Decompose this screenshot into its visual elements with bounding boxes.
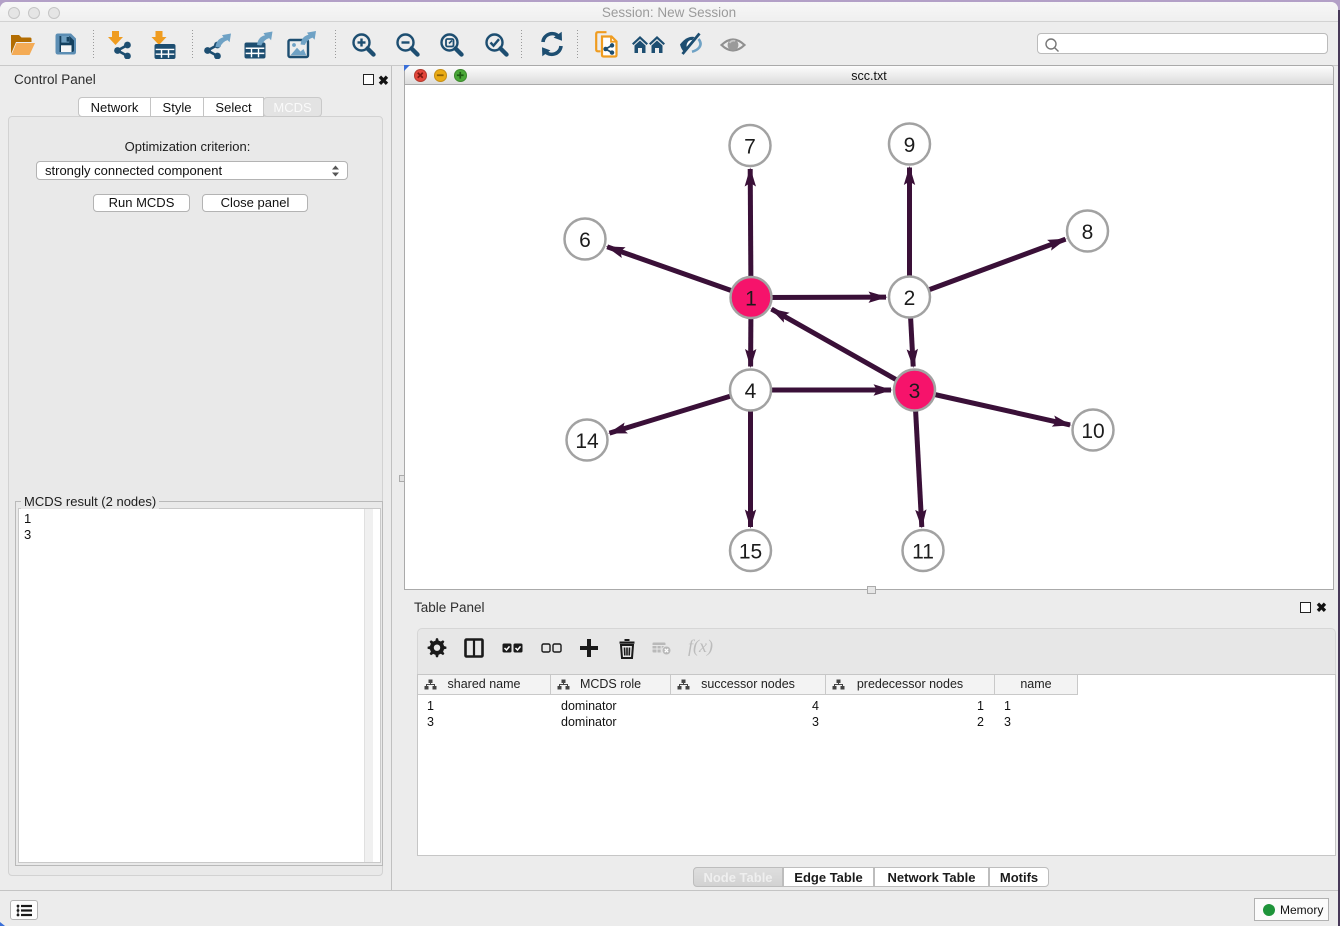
svg-text:14: 14 (575, 430, 599, 453)
svg-text:6: 6 (579, 229, 591, 252)
svg-text:8: 8 (1082, 221, 1094, 244)
svg-text:1: 1 (745, 288, 757, 311)
svg-text:9: 9 (904, 134, 916, 157)
svg-text:15: 15 (739, 541, 762, 564)
svg-text:7: 7 (744, 136, 756, 159)
svg-text:10: 10 (1081, 420, 1104, 443)
svg-text:2: 2 (904, 287, 916, 310)
svg-text:4: 4 (745, 380, 757, 403)
svg-text:3: 3 (909, 380, 921, 403)
svg-text:11: 11 (912, 541, 934, 564)
